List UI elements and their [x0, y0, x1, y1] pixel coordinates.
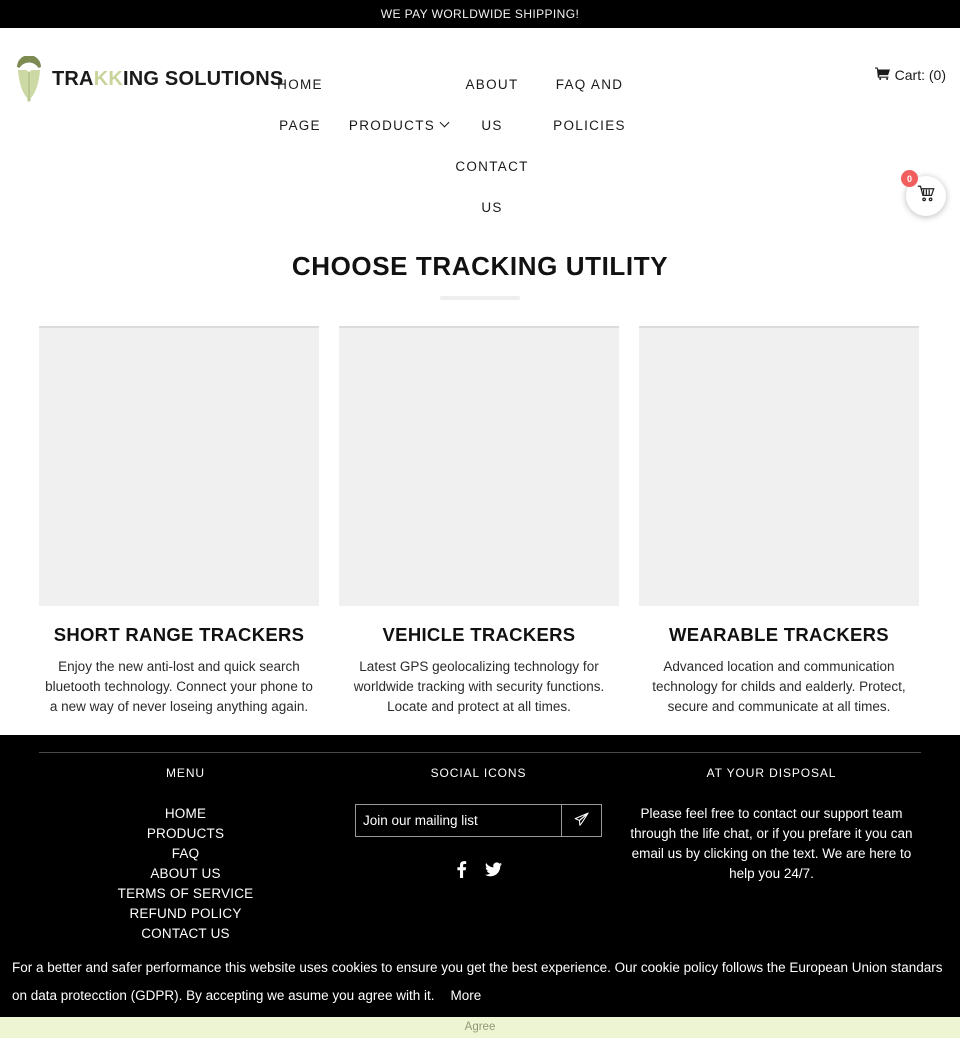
footer-help-column: AT YOUR DISPOSAL Please feel free to con… [625, 766, 918, 944]
footer-menu-heading: MENU [166, 766, 205, 780]
product-card-grid: SHORT RANGE TRACKERS Enjoy the new anti-… [0, 300, 960, 717]
nav-item-faq-policies-line2[interactable]: POLICIES [523, 105, 656, 146]
footer-link-refund-policy[interactable]: REFUND POLICY [39, 904, 332, 924]
nav-about-label: ABOUT [465, 77, 519, 92]
facebook-icon[interactable] [455, 861, 468, 878]
footer-link-products[interactable]: PRODUCTS [39, 824, 332, 844]
logo-suffix: ING SOLUTIONS [123, 67, 284, 90]
twitter-icon[interactable] [485, 861, 502, 878]
announcement-bar: WE PAY WORLDWIDE SHIPPING! [0, 0, 960, 28]
product-card-description: Enjoy the new anti-lost and quick search… [45, 659, 313, 714]
product-card-description: Latest GPS geolocalizing technology for … [353, 659, 605, 714]
product-card: WEARABLE TRACKERS Advanced location and … [639, 326, 919, 717]
nav-item-about-us[interactable]: ABOUT [461, 64, 523, 105]
nav-item-home-page-line2[interactable]: PAGE [262, 105, 338, 146]
product-card-title[interactable]: WEARABLE TRACKERS [639, 624, 919, 646]
cart-link-label: Cart: (0) [894, 67, 946, 83]
nav-item-products[interactable]: PRODUCTS [338, 105, 461, 146]
product-card: SHORT RANGE TRACKERS Enjoy the new anti-… [39, 326, 319, 717]
footer-link-contact-us[interactable]: CONTACT US [39, 924, 332, 944]
nav-contact-label2: US [481, 200, 503, 215]
product-image-placeholder[interactable] [639, 326, 919, 606]
site-header: TRAKKING SOLUTIONS HOME ABOUT FAQ AND PA… [0, 28, 960, 216]
newsletter-submit-button[interactable] [561, 805, 601, 836]
cookie-consent-banner: For a better and safer performance this … [0, 945, 960, 1038]
logo-prefix: TRA [52, 67, 94, 90]
cookie-consent-text-wrap: For a better and safer performance this … [0, 954, 960, 1010]
footer-link-about-us[interactable]: ABOUT US [39, 864, 332, 884]
floating-cart-badge: 0 [901, 170, 918, 187]
nav-item-faq-policies[interactable]: FAQ AND [523, 64, 656, 105]
product-card-title[interactable]: SHORT RANGE TRACKERS [39, 624, 319, 646]
product-image-placeholder[interactable] [39, 326, 319, 606]
logo-accent: KK [93, 67, 124, 90]
nav-home-label: HOME [277, 77, 323, 92]
nav-page-label: PAGE [279, 118, 321, 133]
footer-columns: MENU HOME PRODUCTS FAQ ABOUT US TERMS OF… [39, 766, 921, 944]
nav-contact-label: CONTACT [455, 159, 529, 174]
nav-faq-label: FAQ AND [555, 77, 624, 92]
nav-item-products-top-spacer [338, 64, 461, 105]
footer-link-faq[interactable]: FAQ [39, 844, 332, 864]
nav-item-contact-us-line2[interactable]: US [262, 187, 722, 228]
nav-item-about-us-line2[interactable]: US [461, 105, 523, 146]
tracking-utility-section: CHOOSE TRACKING UTILITY SHORT RANGE TRAC… [0, 196, 960, 717]
cart-link[interactable]: Cart: (0) [874, 67, 946, 83]
newsletter-form [355, 804, 602, 837]
cookie-more-link[interactable]: More [450, 988, 481, 1003]
footer-help-heading: AT YOUR DISPOSAL [706, 766, 837, 780]
announcement-text: WE PAY WORLDWIDE SHIPPING! [380, 7, 580, 21]
chevron-down-icon [441, 119, 450, 128]
footer-social-heading: SOCIAL ICONS [430, 766, 527, 780]
cart-icon [874, 67, 890, 83]
product-card-title[interactable]: VEHICLE TRACKERS [339, 624, 619, 646]
product-image-placeholder[interactable] [339, 326, 619, 606]
nav-item-home-page[interactable]: HOME [262, 64, 338, 105]
nav-faq-label2: POLICIES [553, 118, 626, 133]
footer-help-text: Please feel free to contact our support … [630, 806, 913, 881]
footer-menu-column: MENU HOME PRODUCTS FAQ ABOUT US TERMS OF… [39, 766, 332, 944]
footer-divider [39, 752, 921, 753]
social-icon-list [332, 861, 625, 878]
newsletter-email-input[interactable] [356, 805, 561, 836]
shield-tree-logo-icon [14, 55, 44, 102]
paper-plane-icon [574, 812, 589, 830]
page-title: CHOOSE TRACKING UTILITY [291, 251, 669, 281]
footer-link-home[interactable]: HOME [39, 804, 332, 824]
product-card-description: Advanced location and communication tech… [652, 659, 906, 714]
floating-cart-button[interactable]: 0 [901, 170, 946, 216]
nav-products-label: PRODUCTS [348, 118, 436, 133]
main-nav: HOME ABOUT FAQ AND PAGE PRODUCTS US POLI… [262, 64, 722, 228]
nav-about-label2: US [481, 118, 503, 133]
cookie-agree-button[interactable]: Agree [0, 1017, 960, 1038]
footer-social-column: SOCIAL ICONS [332, 766, 625, 944]
footer-link-terms-of-service[interactable]: TERMS OF SERVICE [39, 884, 332, 904]
logo[interactable]: TRAKKING SOLUTIONS [14, 55, 283, 102]
shopping-cart-icon [917, 185, 936, 207]
logo-text: TRAKKING SOLUTIONS [52, 68, 283, 91]
nav-item-contact-us[interactable]: CONTACT [262, 146, 722, 187]
product-card: VEHICLE TRACKERS Latest GPS geolocalizin… [339, 326, 619, 717]
